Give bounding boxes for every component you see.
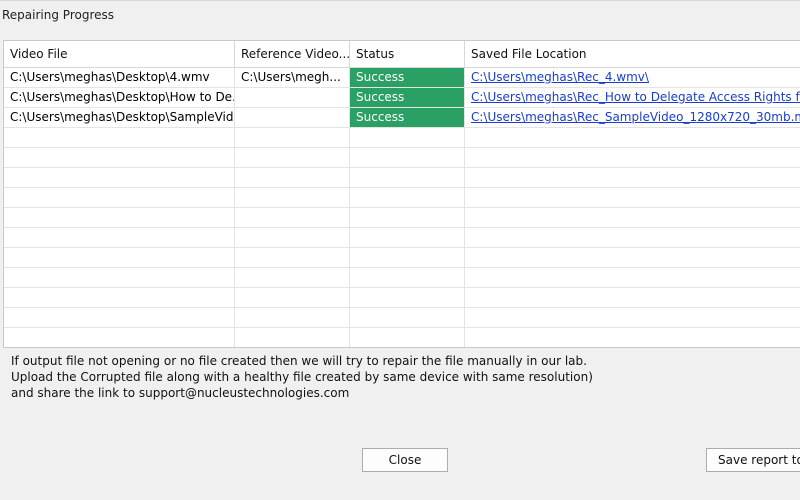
empty-row (4, 188, 800, 208)
empty-cell (350, 228, 465, 247)
empty-cell (235, 228, 350, 247)
empty-row (4, 328, 800, 347)
column-header-reference-video[interactable]: Reference Video... (235, 41, 350, 67)
empty-row (4, 168, 800, 188)
empty-cell (350, 288, 465, 307)
close-button[interactable]: Close (362, 448, 448, 472)
top-divider (0, 0, 800, 1)
reference-video-cell (235, 108, 350, 127)
results-table[interactable]: Video File Reference Video... Status Sav… (3, 40, 800, 348)
empty-cell (235, 308, 350, 327)
video-file-cell: C:\Users\meghas\Desktop\4.wmv (4, 68, 235, 87)
notice-line-3: and share the link to support@nucleustec… (11, 386, 350, 400)
empty-cell (350, 268, 465, 287)
empty-cell (4, 268, 235, 287)
empty-cell (235, 148, 350, 167)
empty-row (4, 288, 800, 308)
empty-row (4, 248, 800, 268)
save-report-button[interactable]: Save report to C (706, 448, 800, 472)
table-header: Video File Reference Video... Status Sav… (4, 41, 800, 68)
empty-cell (465, 308, 800, 327)
empty-cell (235, 248, 350, 267)
empty-cell (4, 168, 235, 187)
notice-line-1: If output file not opening or no file cr… (11, 354, 587, 368)
empty-cell (465, 288, 800, 307)
empty-cell (4, 288, 235, 307)
empty-cell (465, 208, 800, 227)
empty-cell (350, 248, 465, 267)
status-badge: Success (350, 108, 465, 127)
empty-cell (4, 148, 235, 167)
manual-repair-notice: If output file not opening or no file cr… (11, 353, 593, 401)
empty-cell (235, 168, 350, 187)
status-badge: Success (350, 88, 465, 107)
saved-file-link[interactable]: C:\Users\meghas\Rec_SampleVideo_1280x720… (471, 110, 800, 124)
empty-cell (350, 328, 465, 347)
empty-cell (235, 288, 350, 307)
empty-cell (235, 208, 350, 227)
notice-line-2: Upload the Corrupted file along with a h… (11, 370, 593, 384)
empty-cell (350, 168, 465, 187)
empty-cell (350, 128, 465, 147)
empty-cell (465, 228, 800, 247)
empty-cell (235, 328, 350, 347)
status-badge: Success (350, 68, 465, 87)
empty-cell (465, 268, 800, 287)
empty-cell (465, 328, 800, 347)
empty-cell (350, 308, 465, 327)
empty-row (4, 228, 800, 248)
empty-row (4, 148, 800, 168)
table-row[interactable]: C:\Users\meghas\Desktop\How to De... Suc… (4, 88, 800, 108)
empty-cell (465, 188, 800, 207)
empty-cell (350, 188, 465, 207)
column-header-saved-file-location[interactable]: Saved File Location (465, 41, 800, 67)
saved-file-link[interactable]: C:\Users\meghas\Rec_How to Delegate Acce… (471, 90, 800, 104)
empty-cell (235, 128, 350, 147)
saved-location-cell: C:\Users\meghas\Rec_SampleVideo_1280x720… (465, 108, 800, 127)
empty-cell (465, 128, 800, 147)
empty-cell (350, 208, 465, 227)
empty-cell (235, 268, 350, 287)
table-row[interactable]: C:\Users\meghas\Desktop\SampleVid... Suc… (4, 108, 800, 128)
empty-row (4, 208, 800, 228)
empty-row (4, 268, 800, 288)
empty-row (4, 128, 800, 148)
empty-row (4, 308, 800, 328)
empty-cell (4, 328, 235, 347)
column-header-video-file[interactable]: Video File (4, 41, 235, 67)
empty-cell (4, 308, 235, 327)
empty-cell (350, 148, 465, 167)
empty-cell (465, 168, 800, 187)
empty-cell (4, 208, 235, 227)
table-row[interactable]: C:\Users\meghas\Desktop\4.wmv C:\Users\m… (4, 68, 800, 88)
window-title: Repairing Progress (2, 8, 115, 22)
empty-cell (235, 188, 350, 207)
empty-cell (465, 248, 800, 267)
empty-cell (465, 148, 800, 167)
empty-cell (4, 188, 235, 207)
column-header-status[interactable]: Status (350, 41, 465, 67)
repair-progress-window: Repairing Progress Video File Reference … (0, 0, 800, 500)
video-file-cell: C:\Users\meghas\Desktop\How to De... (4, 88, 235, 107)
empty-cell (4, 228, 235, 247)
reference-video-cell: C:\Users\megh... (235, 68, 350, 87)
reference-video-cell (235, 88, 350, 107)
saved-file-link[interactable]: C:\Users\meghas\Rec_4.wmv\ (471, 70, 649, 84)
video-file-cell: C:\Users\meghas\Desktop\SampleVid... (4, 108, 235, 127)
empty-cell (4, 128, 235, 147)
saved-location-cell: C:\Users\meghas\Rec_4.wmv\ (465, 68, 800, 87)
empty-cell (4, 248, 235, 267)
saved-location-cell: C:\Users\meghas\Rec_How to Delegate Acce… (465, 88, 800, 107)
